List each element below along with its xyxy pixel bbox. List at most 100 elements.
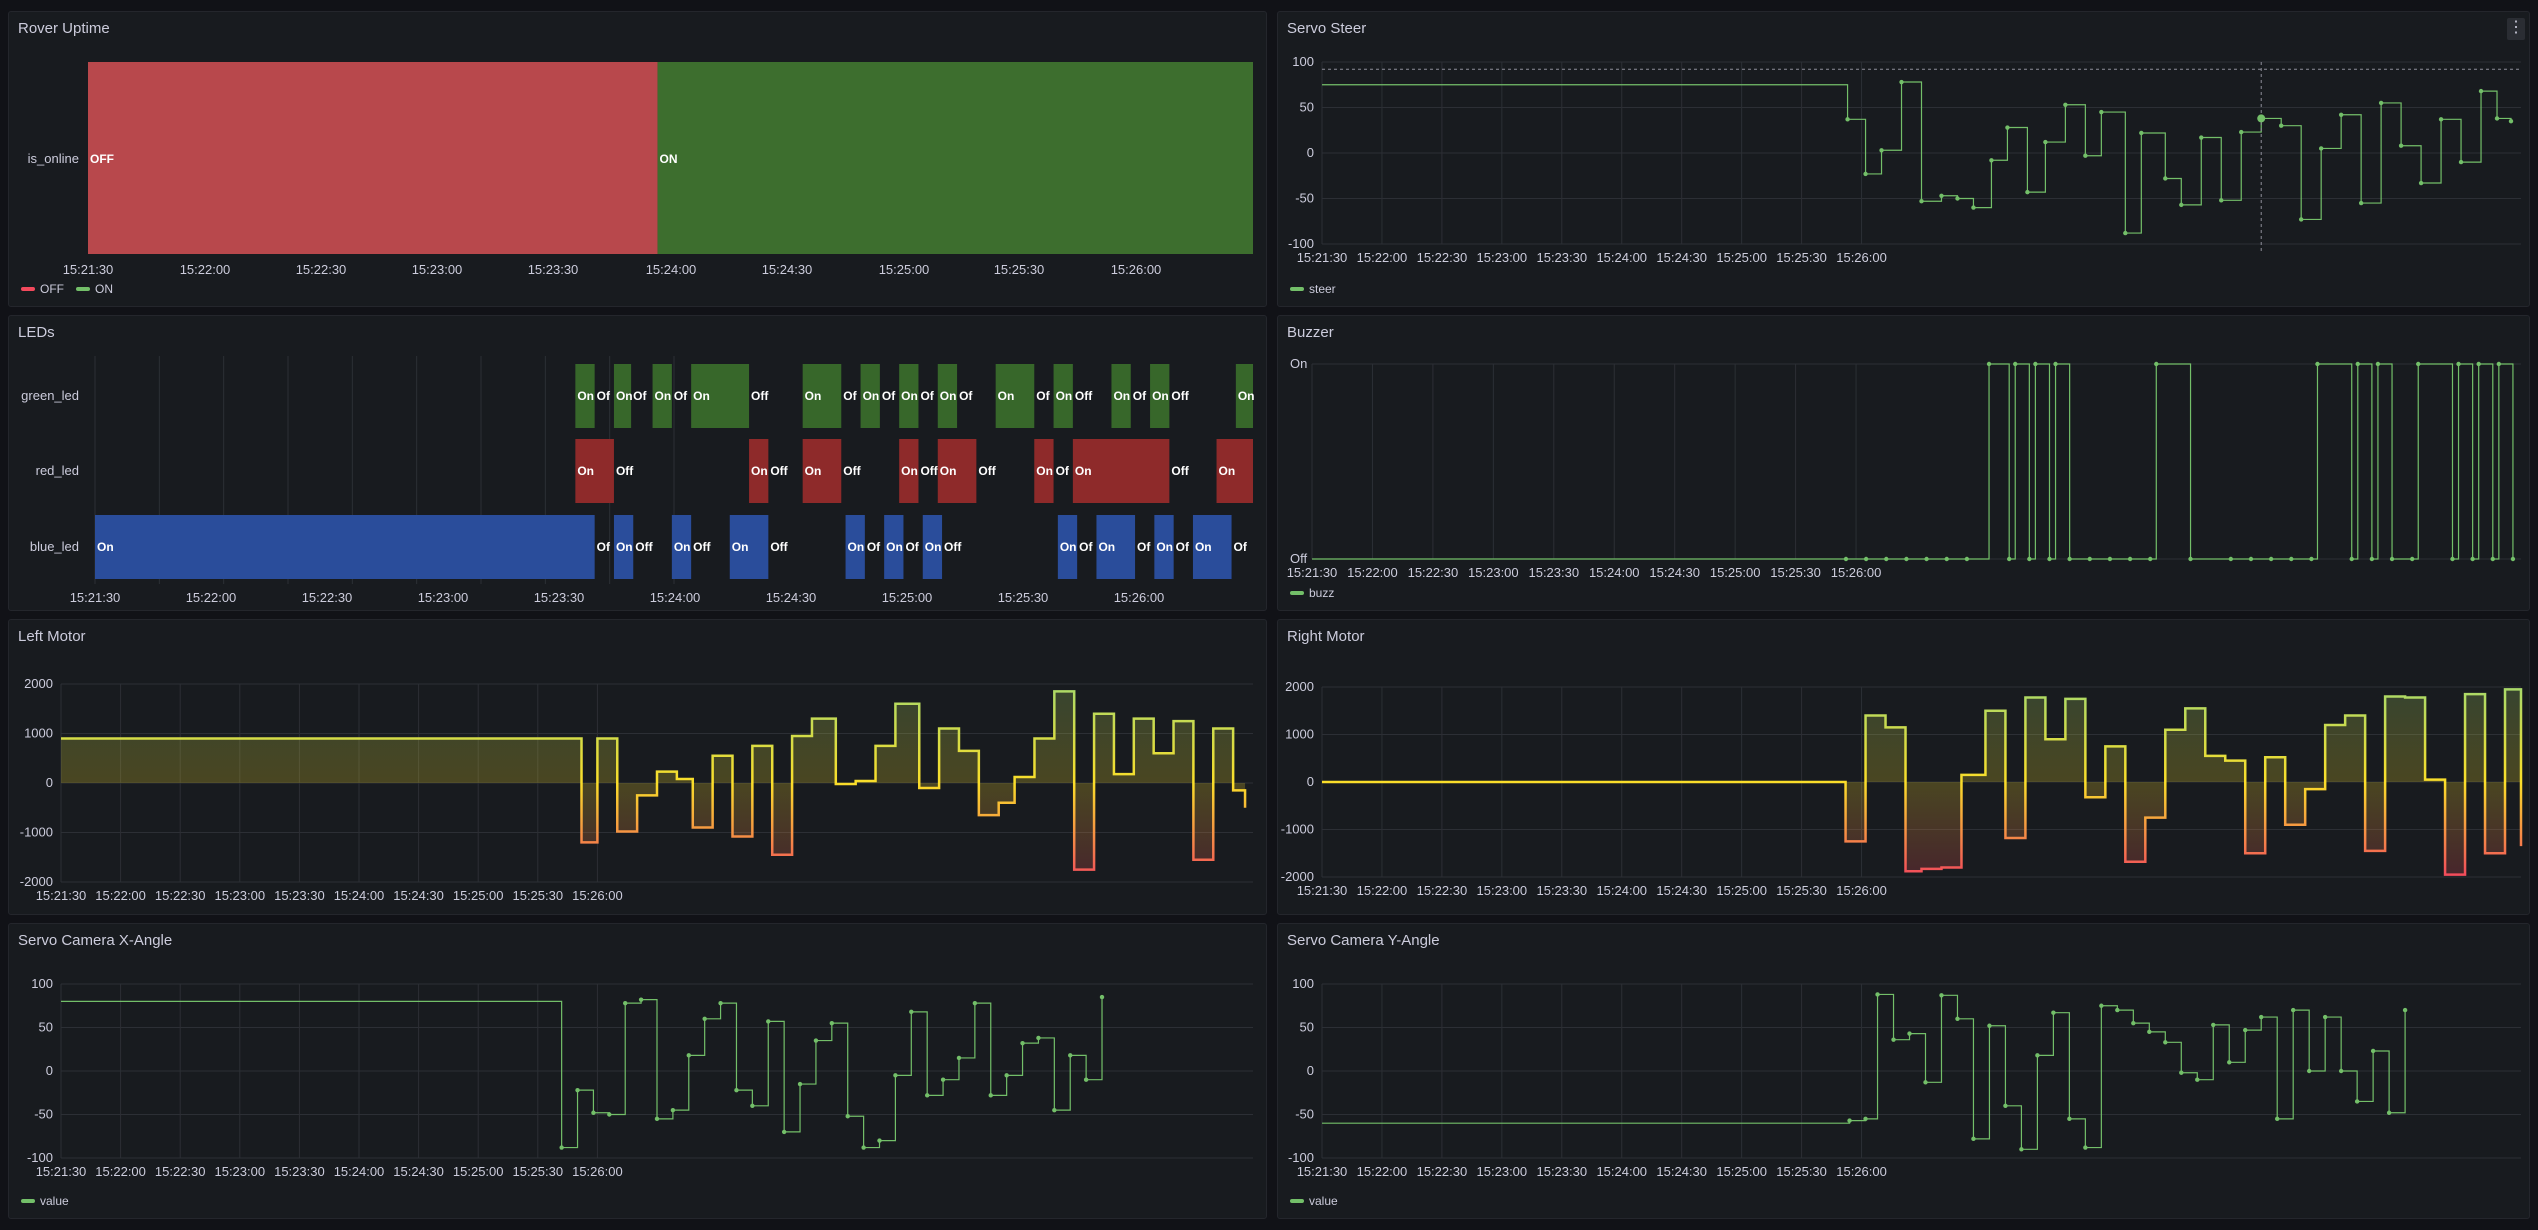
data-point [1891, 1037, 1896, 1042]
x-tick-label: 15:22:00 [180, 262, 231, 277]
y-tick-label: 1000 [1285, 727, 1314, 742]
data-point [2154, 361, 2159, 367]
servo-steer-chart: 100 50 0 -50 -10015:21:30 15:22:00 15:22:30 15:… [1288, 54, 2521, 265]
data-point [2139, 130, 2144, 136]
x-tick-label: 15:23:00 [1477, 883, 1528, 898]
data-point [686, 1053, 691, 1058]
y-tick-label: -50 [1295, 191, 1314, 206]
x-tick-label: 15:21:30 [1297, 250, 1348, 265]
data-point [1987, 1023, 1992, 1028]
x-tick-label: 15:21:30 [1297, 1164, 1348, 1179]
state-label: On [940, 389, 957, 403]
data-point [2456, 361, 2461, 367]
data-point [2306, 1068, 2312, 1074]
data-point [2006, 556, 2012, 562]
data-point [2355, 361, 2360, 367]
data-point [623, 1000, 628, 1006]
data-point [2179, 1070, 2184, 1075]
data-point [1939, 993, 1944, 998]
panel-camera-y: Servo Camera Y-Angle 100 50 0 -50 -100 15:21:… [1277, 923, 2530, 1219]
y-tick-label: 1000 [24, 726, 53, 741]
legend-label: buzz [1309, 586, 1335, 600]
data-point [2131, 1020, 2136, 1026]
data-point [2416, 361, 2421, 367]
data-point [1068, 1053, 1073, 1058]
state-label: OFF [90, 152, 114, 166]
data-point [1955, 1016, 1960, 1021]
state-label: On [998, 389, 1015, 403]
data-point [750, 1103, 755, 1108]
legend: value [1290, 1194, 1338, 1208]
data-point [1971, 1136, 1976, 1142]
data-point [2398, 143, 2404, 148]
state-label: On [925, 540, 942, 554]
x-tick-label: 15:25:30 [1770, 565, 1821, 580]
state-label: Off [635, 540, 653, 554]
data-point [2268, 556, 2274, 562]
state-label: On [1060, 540, 1077, 554]
data-point [1939, 193, 1944, 198]
data-point [2248, 556, 2254, 562]
data-point [1924, 556, 1929, 562]
y-tick-label: 0 [46, 1063, 53, 1078]
data-point [1923, 1080, 1928, 1085]
data-point [2013, 361, 2018, 367]
data-point [2179, 202, 2184, 208]
state-label: On [848, 540, 865, 554]
x-tick-label: 15:25:00 [453, 1164, 504, 1179]
state-label: Of [674, 389, 688, 403]
x-tick-label: 15:24:30 [1656, 250, 1707, 265]
data-point [2409, 556, 2415, 562]
state-label: Of [867, 540, 881, 554]
left-motor-chart: 2000 1000 0 -1000 -200015:21:30 15:22:00 15:22… [20, 676, 1253, 903]
x-tick-label: 15:25:00 [1716, 250, 1767, 265]
data-point [1052, 1107, 1057, 1113]
data-point [781, 1129, 787, 1135]
state-label: On [805, 389, 822, 403]
data-point [924, 1093, 930, 1098]
data-point [2369, 556, 2375, 562]
y-tick-label: 2000 [1285, 679, 1314, 694]
x-tick-label: 15:23:00 [1477, 250, 1528, 265]
data-point [2378, 100, 2384, 106]
data-point [2083, 153, 2088, 158]
x-tick-label: 15:25:00 [1716, 883, 1767, 898]
legend-label: value [40, 1194, 69, 1208]
data-point [813, 1038, 819, 1043]
state-label: On [863, 389, 880, 403]
x-tick-label: 15:26:00 [1831, 565, 1882, 580]
state-label: Of [1234, 540, 1248, 554]
state-label: Of [1137, 540, 1151, 554]
data-point [2067, 556, 2072, 562]
data-point [670, 1107, 676, 1113]
legend: OFF ON [21, 282, 113, 296]
x-tick-label: 15:21:30 [70, 590, 121, 605]
state-label: On [1238, 389, 1255, 403]
state-label: Off [920, 464, 938, 478]
x-tick-label: 15:24:00 [646, 262, 697, 277]
y-tick-label: 100 [31, 976, 53, 991]
x-tick-label: 15:24:00 [1596, 1164, 1647, 1179]
data-point [2067, 1116, 2072, 1122]
x-tick-label: 15:24:30 [393, 888, 444, 903]
y-tick-label: -50 [1295, 1107, 1314, 1122]
data-point [2043, 139, 2048, 145]
data-point [2019, 1147, 2024, 1152]
x-tick-label: 15:23:30 [534, 590, 585, 605]
data-point [2315, 361, 2320, 367]
data-point [861, 1145, 866, 1150]
state-label: Of [882, 389, 896, 403]
panel-servo-steer: Servo Steer ⋮ 100 50 0 -50 -100 15:21:30 15:22… [1277, 11, 2530, 307]
y-tick-label: 50 [1300, 100, 1314, 115]
y-tick-label: 50 [39, 1020, 53, 1035]
data-point [1964, 556, 1970, 562]
data-point [2338, 1068, 2344, 1074]
data-point [1989, 158, 1994, 163]
data-point [766, 1019, 771, 1024]
data-point [2375, 361, 2381, 367]
state-bar [657, 62, 1253, 254]
y-tick-label: -2000 [20, 874, 53, 889]
y-tick-label: On [1290, 356, 1307, 371]
data-point [2163, 1040, 2168, 1045]
data-point [2450, 556, 2455, 562]
